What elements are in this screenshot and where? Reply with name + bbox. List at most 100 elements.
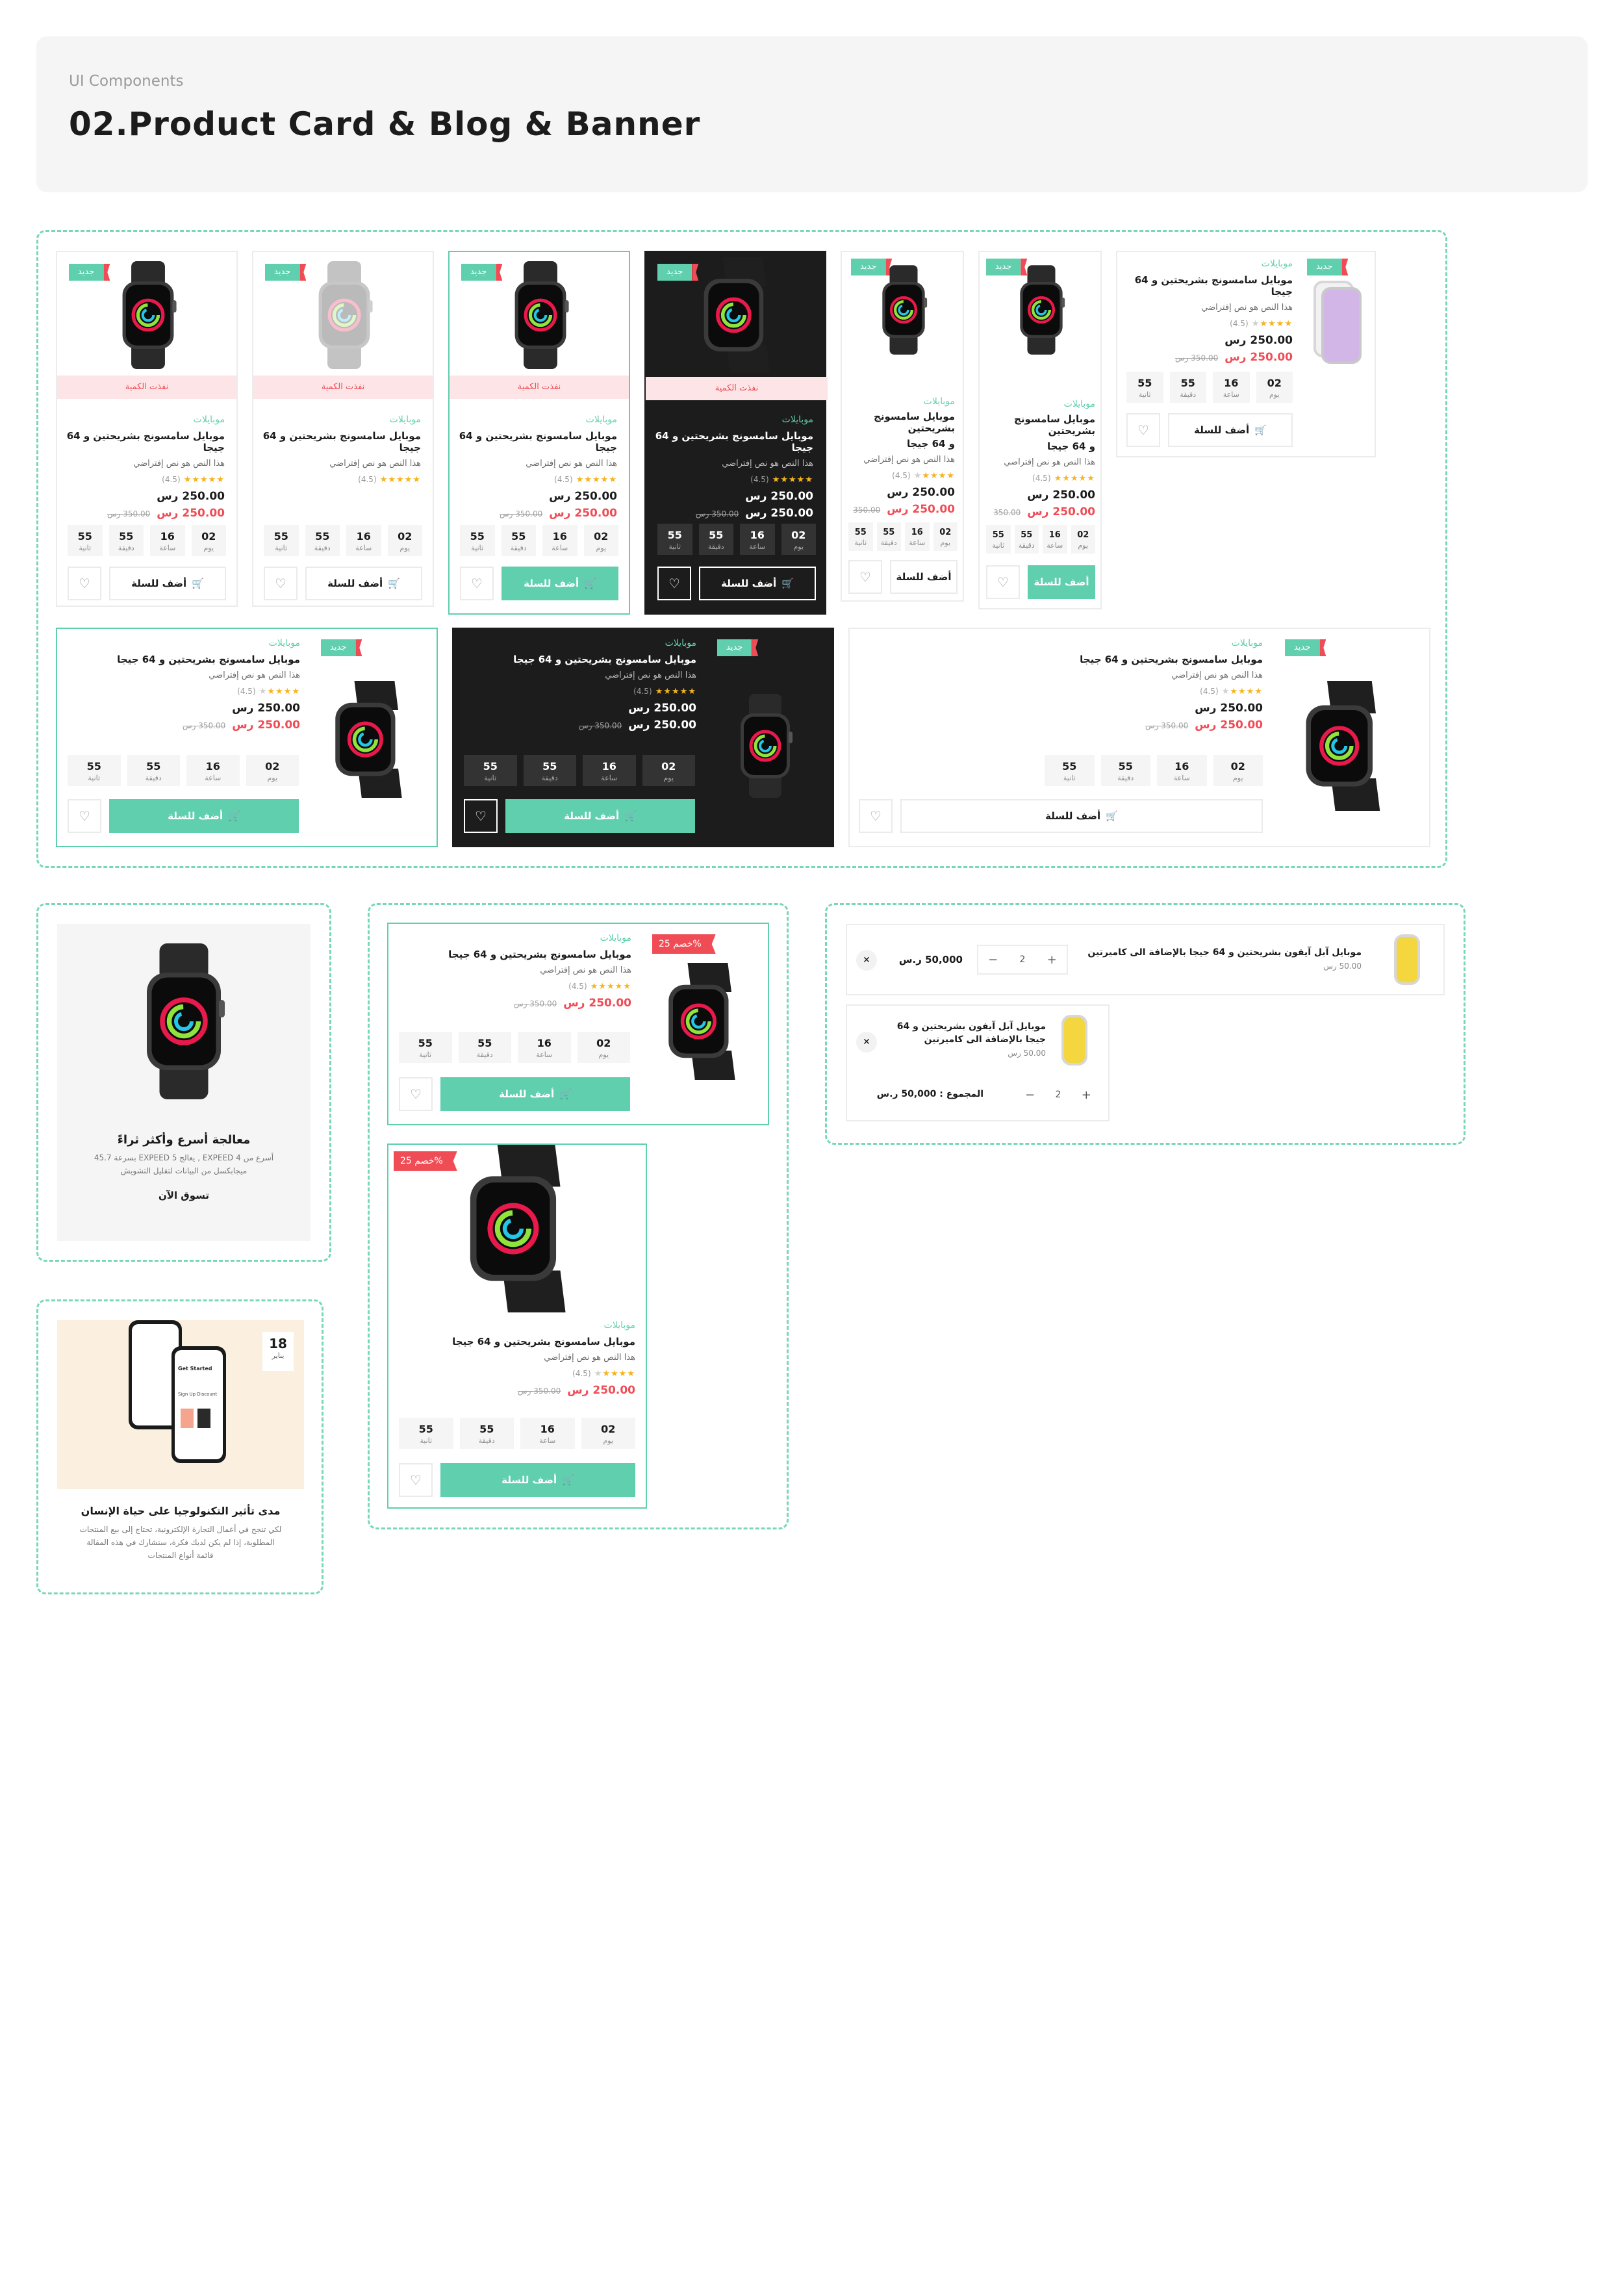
remove-button[interactable]: ✕ bbox=[856, 1032, 877, 1053]
product-title[interactable]: موبايل سامسونج بشريحتين و 64 جيجا bbox=[463, 654, 696, 665]
close-icon: ✕ bbox=[863, 955, 870, 965]
wishlist-button[interactable]: ♡ bbox=[657, 567, 691, 600]
product-price: 250.00 رس bbox=[1027, 489, 1095, 502]
product-title-line1[interactable]: موبايل سامسونج بشريحتين bbox=[983, 413, 1095, 437]
plus-icon[interactable]: + bbox=[1037, 953, 1067, 967]
quantity-stepper[interactable]: − 2 + bbox=[1016, 1080, 1100, 1110]
phone-text: Sign Up Discount bbox=[178, 1392, 218, 1397]
product-title-line2[interactable]: و 64 جيجا bbox=[846, 438, 955, 450]
sale-price: 250.00 رس bbox=[745, 507, 813, 520]
product-price: 250.00 رس bbox=[549, 490, 617, 503]
product-category[interactable]: موبايلات bbox=[651, 415, 813, 425]
sale-price: 250.00 رس bbox=[1195, 719, 1263, 732]
product-price: 250.00 رس bbox=[628, 702, 696, 715]
product-title[interactable]: موبايل سامسونج بشريحتين و 64 جيجا bbox=[398, 949, 631, 960]
blog-title[interactable]: مدى تأثير التكنولوجيا على حياة الإنسان bbox=[57, 1505, 304, 1517]
rating-stars: ★★★★★ bbox=[1054, 474, 1095, 483]
product-title[interactable]: موبايل سامسونج بشريحتين و 64 جيجا bbox=[455, 430, 617, 454]
countdown: 55 ثانية 55 دقيقة 16 ساعة 02 يوم bbox=[464, 755, 695, 786]
product-desc: هذا النص هو نص إفتراضي bbox=[1004, 457, 1095, 467]
add-to-cart-button[interactable]: أضف للسلة bbox=[1028, 565, 1095, 599]
heart-icon: ♡ bbox=[79, 576, 90, 591]
wishlist-button[interactable]: ♡ bbox=[848, 560, 882, 594]
rating-stars: ★★★★★ bbox=[183, 475, 225, 485]
add-to-cart-button[interactable]: 🛒 أضف للسلة bbox=[501, 567, 618, 600]
new-tag: جديد bbox=[321, 639, 356, 656]
minus-icon[interactable]: − bbox=[978, 953, 1008, 967]
product-title[interactable]: موبايل سامسونج بشريحتين و 64 جيجا bbox=[401, 1336, 635, 1348]
cart-item-title[interactable]: موبايل آبل آيفون بشريحتين و 64 جيجا بالإ… bbox=[1024, 947, 1362, 958]
product-desc: هذا النص هو نص إفتراضي bbox=[526, 459, 617, 468]
plus-icon[interactable]: + bbox=[1072, 1088, 1100, 1102]
product-category[interactable]: موبايلات bbox=[66, 638, 300, 648]
add-to-cart-button[interactable]: 🛒 أضف للسلة bbox=[699, 567, 816, 600]
product-title[interactable]: موبايل سامسونج بشريحتين و 64 جيجا bbox=[62, 430, 225, 454]
cart-item-title-line1[interactable]: موبايل آبل آيفون بشريحتين و 64 bbox=[883, 1021, 1046, 1032]
phone-text: Get Started bbox=[178, 1366, 212, 1372]
heart-icon: ♡ bbox=[475, 808, 487, 824]
old-price: 350.00 رس bbox=[1145, 721, 1189, 730]
product-title[interactable]: موبايل سامسونج بشريحتين و 64 جيجا bbox=[1016, 654, 1263, 665]
wishlist-button[interactable]: ♡ bbox=[1126, 413, 1160, 447]
quantity-value[interactable]: 2 bbox=[1044, 1090, 1072, 1100]
wishlist-button[interactable]: ♡ bbox=[399, 1463, 433, 1497]
product-price: 250.00 رس bbox=[887, 486, 955, 499]
wishlist-button[interactable]: ♡ bbox=[68, 799, 101, 833]
product-category[interactable]: موبايلات bbox=[463, 638, 696, 648]
sale-price: 250.00 رس bbox=[232, 719, 300, 732]
product-card-discount-vertical: خصم 25% موبايلات موبايل سامسونج بشريحتين… bbox=[387, 1143, 647, 1509]
rating-value: (4.5) bbox=[1200, 687, 1219, 696]
product-title[interactable]: موبايل سامسونج بشريحتين و 64 جيجا bbox=[651, 430, 813, 454]
product-category[interactable]: موبايلات bbox=[455, 415, 617, 425]
product-category[interactable]: موبايلات bbox=[846, 396, 955, 407]
product-title[interactable]: موبايل سامسونج بشريحتين و 64 جيجا bbox=[259, 430, 421, 454]
heart-icon: ♡ bbox=[275, 576, 286, 591]
product-title-line2[interactable]: و 64 جيجا bbox=[983, 441, 1095, 452]
add-to-cart-button[interactable]: 🛒 أضف للسلة bbox=[505, 799, 695, 833]
minus-icon[interactable]: − bbox=[1016, 1088, 1044, 1102]
quantity-value[interactable]: 2 bbox=[1008, 954, 1037, 965]
add-to-cart-button[interactable]: 🛒 أضف للسلة bbox=[109, 567, 226, 600]
wishlist-button[interactable]: ♡ bbox=[464, 799, 498, 833]
product-title-line1[interactable]: موبايل سامسونج بشريحتين bbox=[846, 411, 955, 434]
product-category[interactable]: موبايلات bbox=[259, 415, 421, 425]
heart-icon: ♡ bbox=[410, 1472, 422, 1488]
remove-button[interactable]: ✕ bbox=[856, 950, 877, 971]
sale-price: 250.00 رس bbox=[157, 507, 225, 520]
add-to-cart-button[interactable]: 🛒 أضف للسلة bbox=[900, 799, 1263, 833]
product-category[interactable]: موبايلات bbox=[983, 399, 1095, 409]
add-to-cart-button[interactable]: 🛒 أضف للسلة bbox=[109, 799, 299, 833]
watch-image bbox=[653, 963, 751, 1080]
wishlist-button[interactable]: ♡ bbox=[986, 565, 1020, 599]
add-to-cart-button[interactable]: 🛒 أضف للسلة bbox=[1168, 413, 1293, 447]
product-category[interactable]: موبايلات bbox=[398, 933, 631, 943]
cart-item-title-line2[interactable]: جيجا بالإضافة الى كاميرتين bbox=[883, 1034, 1046, 1045]
rating-stars: ★★★★★ bbox=[772, 475, 813, 485]
product-card-small-active: جديد موبايلات موبايل سامسونج بشريحتين و … bbox=[978, 251, 1102, 609]
shop-now-link[interactable]: تسوق الآن bbox=[70, 1190, 298, 1201]
wishlist-button[interactable]: ♡ bbox=[68, 567, 101, 600]
product-category[interactable]: موبايلات bbox=[1016, 638, 1263, 648]
wishlist-button[interactable]: ♡ bbox=[264, 567, 298, 600]
wishlist-button[interactable]: ♡ bbox=[399, 1077, 433, 1111]
countdown: 55 ثانية 55 دقيقة 16 ساعة 02 يوم bbox=[399, 1418, 635, 1449]
product-category[interactable]: موبايلات bbox=[62, 415, 225, 425]
wishlist-button[interactable]: ♡ bbox=[859, 799, 893, 833]
product-card-horizontal-wide: جديد موبايلات موبايل سامسونج بشريحتين و … bbox=[848, 628, 1430, 847]
sale-price: 250.00 رس bbox=[887, 503, 955, 516]
wishlist-button[interactable]: ♡ bbox=[460, 567, 494, 600]
rating-value: (4.5) bbox=[162, 475, 181, 484]
add-to-cart-button[interactable]: 🛒 أضف للسلة bbox=[440, 1077, 630, 1111]
sale-price: 250.00 رس bbox=[549, 507, 617, 520]
sold-out-banner: نفذت الكمية bbox=[646, 377, 828, 400]
add-to-cart-button[interactable]: 🛒 أضف للسلة bbox=[305, 567, 422, 600]
product-category[interactable]: موبايلات bbox=[401, 1320, 635, 1331]
add-to-cart-button[interactable]: 🛒 أضف للسلة bbox=[440, 1463, 635, 1497]
product-title[interactable]: موبايل سامسونج بشريحتين و 64 جيجا bbox=[1124, 274, 1293, 298]
product-title[interactable]: موبايل سامسونج بشريحتين و 64 جيجا bbox=[66, 654, 300, 665]
cart-total: المجموع : 50,000 ر.س bbox=[876, 1089, 983, 1099]
add-to-cart-button[interactable]: أضف للسلة bbox=[890, 560, 958, 594]
discount-badge: خصم 25% bbox=[652, 934, 708, 954]
product-category[interactable]: موبايلات bbox=[1124, 259, 1293, 269]
quantity-stepper[interactable]: − 2 + bbox=[977, 945, 1068, 975]
